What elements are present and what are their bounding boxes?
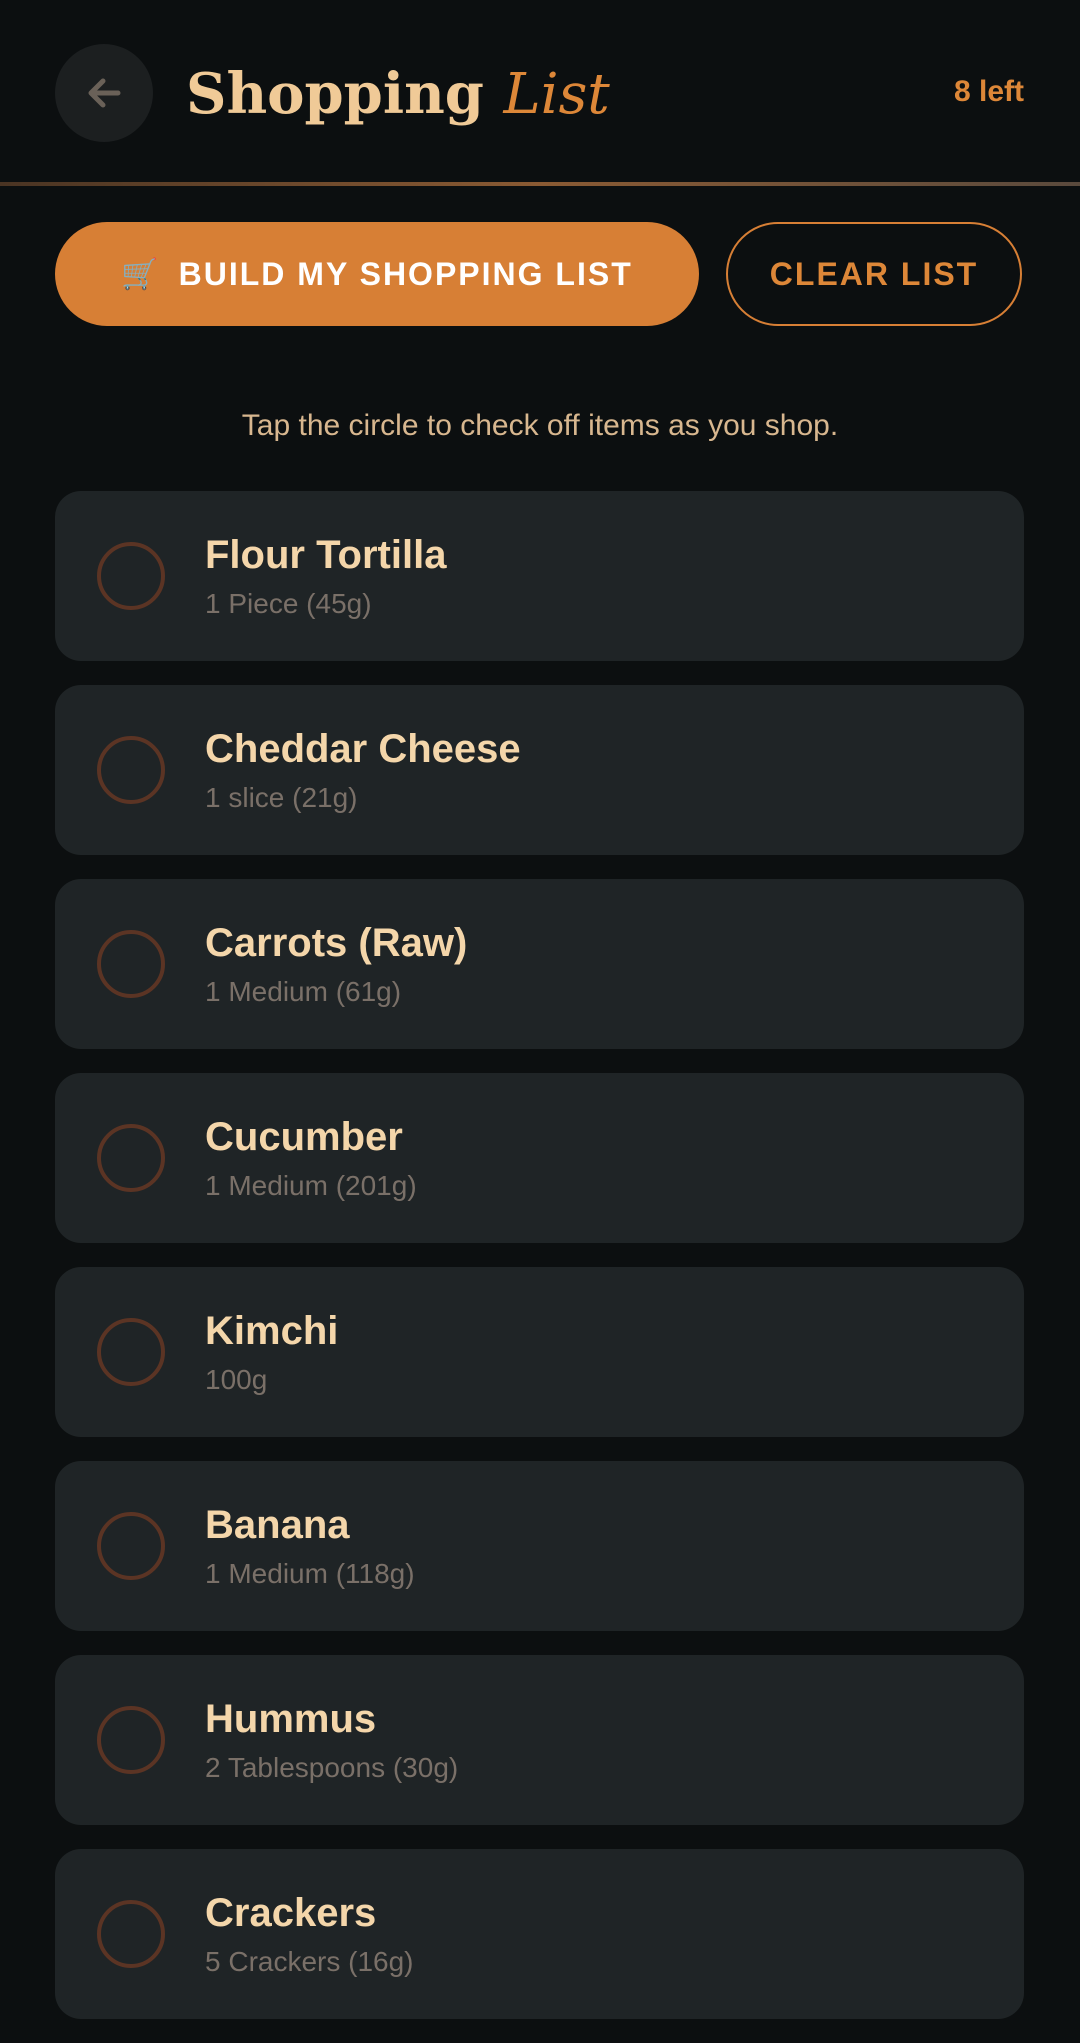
build-shopping-list-button[interactable]: 🛒 BUILD MY SHOPPING LIST bbox=[55, 222, 699, 326]
list-item[interactable]: Kimchi 100g bbox=[55, 1267, 1024, 1437]
arrow-left-icon bbox=[88, 78, 121, 108]
check-circle-icon[interactable] bbox=[97, 1124, 165, 1192]
item-name: Flour Tortilla bbox=[205, 533, 447, 577]
app-header: Shopping List 8 left bbox=[0, 0, 1080, 182]
item-quantity: 1 Piece (45g) bbox=[205, 588, 372, 619]
item-quantity: 2 Tablespoons (30g) bbox=[205, 1752, 459, 1783]
clear-list-button[interactable]: CLEAR LIST bbox=[726, 222, 1022, 326]
instruction-text: Tap the circle to check off items as you… bbox=[241, 409, 839, 442]
item-quantity: 1 Medium (61g) bbox=[205, 976, 402, 1007]
item-quantity: 5 Crackers (16g) bbox=[205, 1946, 414, 1977]
check-circle-icon[interactable] bbox=[97, 1512, 165, 1580]
shopping-list: Flour Tortilla 1 Piece (45g) Cheddar Che… bbox=[55, 491, 1024, 2043]
shopping-cart-icon: 🛒 bbox=[121, 257, 161, 291]
check-circle-icon[interactable] bbox=[97, 1706, 165, 1774]
page-title: Shopping List bbox=[186, 54, 610, 135]
check-circle-icon[interactable] bbox=[97, 930, 165, 998]
list-item[interactable]: Flour Tortilla 1 Piece (45g) bbox=[55, 491, 1024, 661]
item-quantity: 1 slice (21g) bbox=[205, 782, 358, 813]
list-item[interactable]: Hummus 2 Tablespoons (30g) bbox=[55, 1655, 1024, 1825]
list-item[interactable]: Crackers 5 Crackers (16g) bbox=[55, 1849, 1024, 2019]
clear-button-label: CLEAR LIST bbox=[769, 255, 979, 292]
item-quantity: 100g bbox=[205, 1364, 268, 1395]
check-circle-icon[interactable] bbox=[97, 1900, 165, 1968]
item-name: Crackers bbox=[205, 1891, 377, 1935]
item-name: Kimchi bbox=[205, 1309, 339, 1353]
item-name: Cucumber bbox=[205, 1115, 403, 1159]
check-circle-icon[interactable] bbox=[97, 736, 165, 804]
list-item[interactable]: Banana 1 Medium (118g) bbox=[55, 1461, 1024, 1631]
title-accent: List bbox=[503, 62, 610, 127]
check-circle-icon[interactable] bbox=[97, 542, 165, 610]
list-item[interactable]: Cheddar Cheese 1 slice (21g) bbox=[55, 685, 1024, 855]
item-quantity: 1 Medium (118g) bbox=[205, 1558, 415, 1589]
build-button-label: BUILD MY SHOPPING LIST bbox=[178, 255, 633, 292]
items-left-count: 8 left bbox=[953, 75, 1024, 108]
check-circle-icon[interactable] bbox=[97, 1318, 165, 1386]
item-name: Cheddar Cheese bbox=[205, 727, 521, 771]
title-main: Shopping bbox=[186, 61, 484, 127]
header-divider bbox=[0, 182, 1080, 186]
list-item[interactable]: Carrots (Raw) 1 Medium (61g) bbox=[55, 879, 1024, 1049]
list-item[interactable]: Cucumber 1 Medium (201g) bbox=[55, 1073, 1024, 1243]
item-name: Hummus bbox=[205, 1697, 377, 1741]
item-name: Carrots (Raw) bbox=[205, 921, 468, 965]
item-name: Banana bbox=[205, 1503, 350, 1547]
back-button[interactable] bbox=[55, 44, 153, 142]
item-quantity: 1 Medium (201g) bbox=[205, 1170, 417, 1201]
